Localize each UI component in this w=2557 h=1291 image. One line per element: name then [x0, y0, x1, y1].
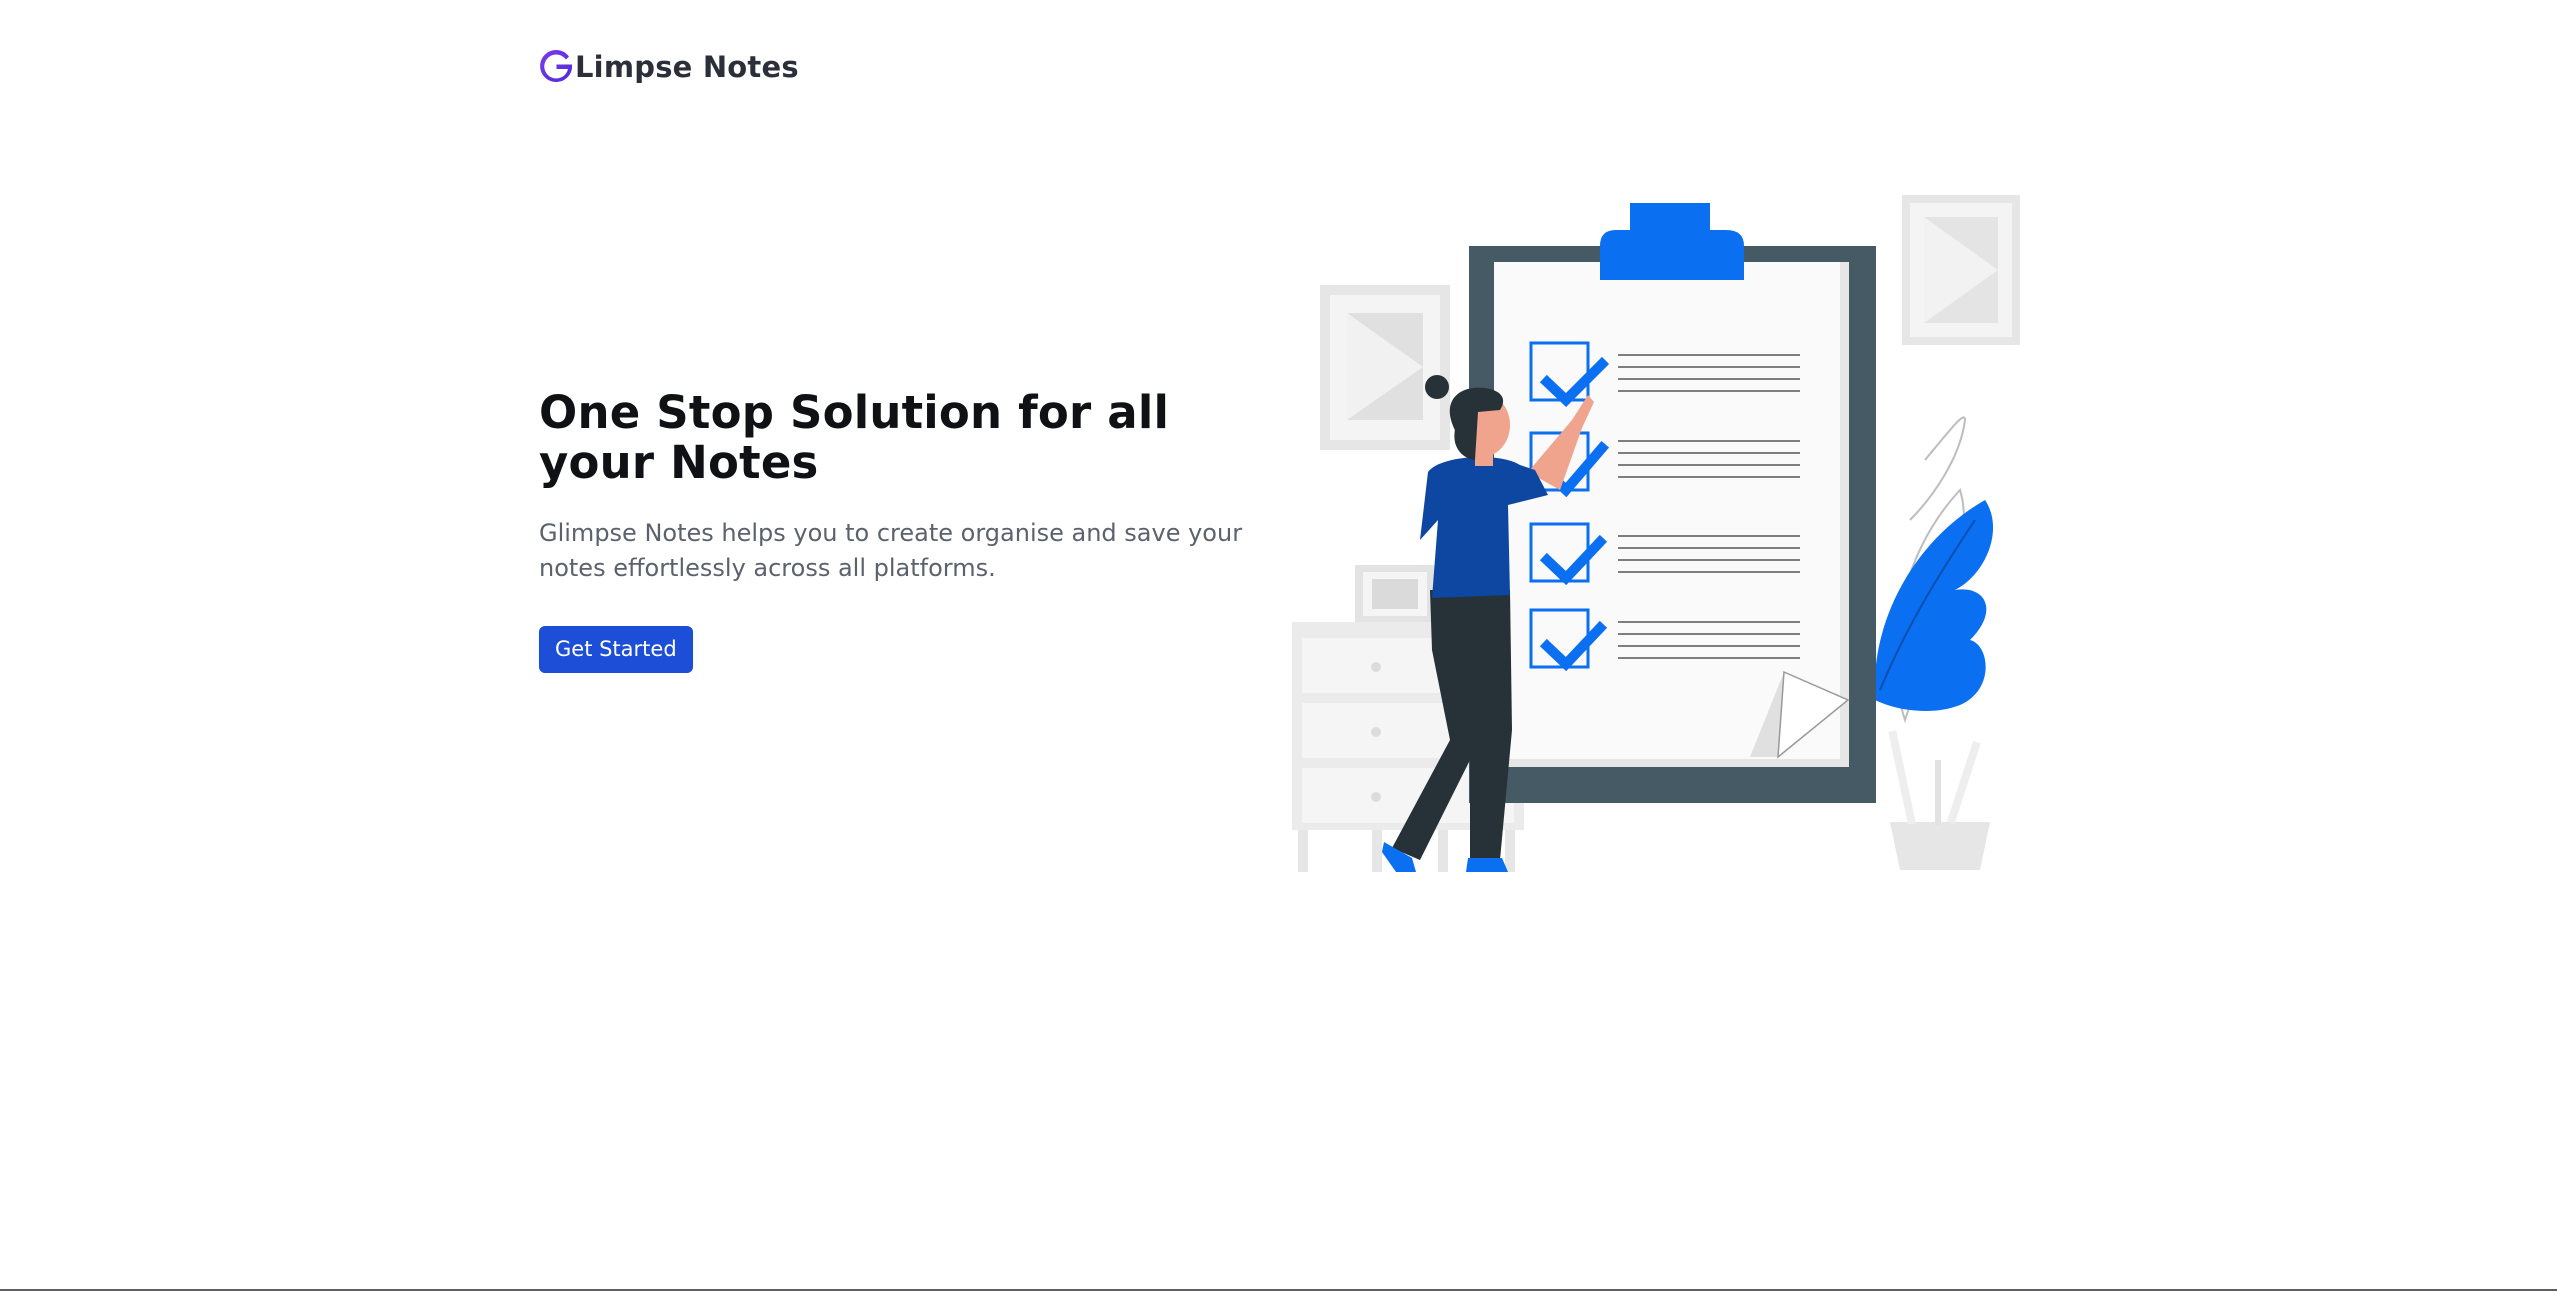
hero-title: One Stop Solution for all your Notes [539, 386, 1170, 489]
wall-frame-left [1320, 285, 1450, 450]
g-logo-icon [540, 50, 572, 82]
hero-section: One Stop Solution for all your Notes Gli… [539, 388, 1299, 673]
checklist-illustration [1292, 195, 2020, 872]
clipboard [1469, 203, 1876, 803]
landing-page: Limpse Notes One Stop Solution for all y… [0, 0, 2557, 1291]
brand-name: Limpse Notes [575, 50, 799, 84]
hero-description: Glimpse Notes helps you to create organi… [539, 519, 1243, 582]
plant [1874, 416, 1994, 870]
brand-link[interactable]: Limpse Notes [539, 50, 799, 84]
small-frame [1355, 565, 1435, 623]
wall-frame-right [1902, 195, 2020, 345]
get-started-button[interactable]: Get Started [539, 626, 693, 673]
